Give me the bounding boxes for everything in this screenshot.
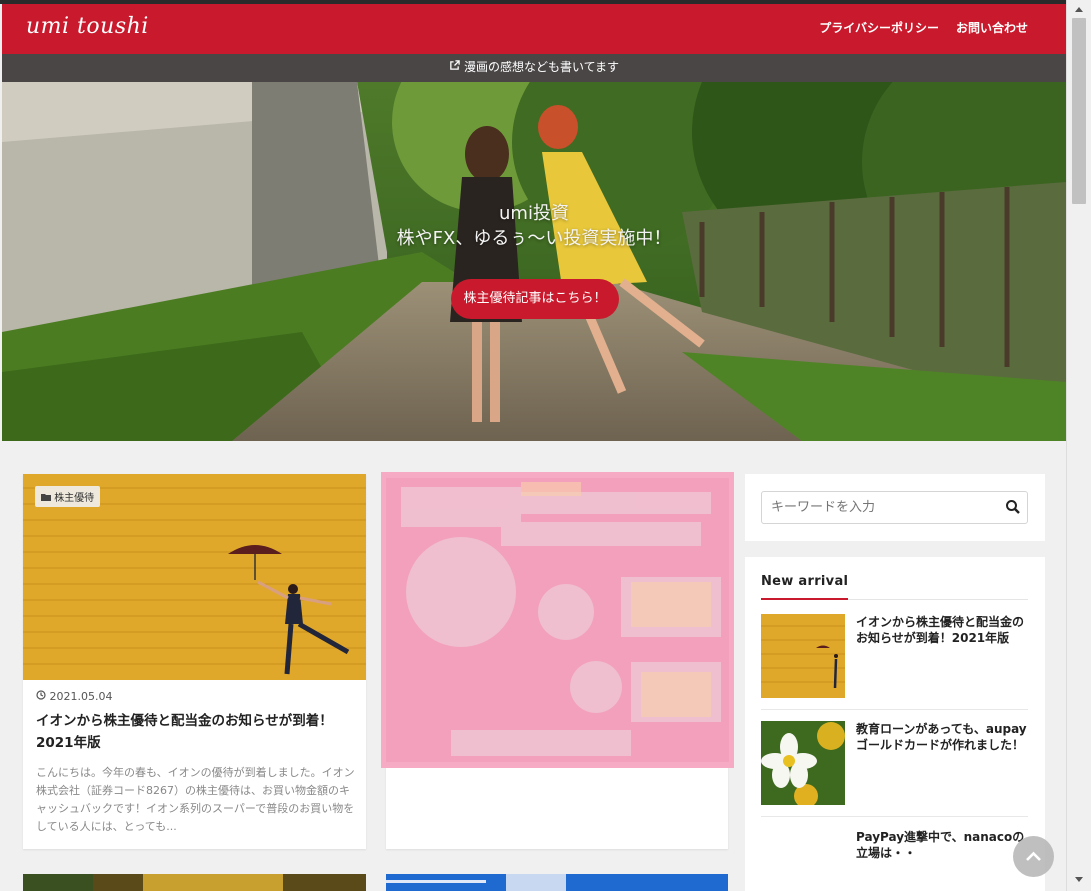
info-bar[interactable]: 漫画の感想なども書いてます <box>2 54 1066 82</box>
external-link-icon <box>449 54 460 81</box>
hero-cta-button[interactable]: 株主優待記事はこちら！ <box>451 279 619 319</box>
hero-image <box>2 82 1066 441</box>
search-box[interactable] <box>761 491 1028 524</box>
header-nav: プライバシーポリシー お問い合わせ <box>819 19 1028 36</box>
info-bar-text: 漫画の感想なども書いてます <box>463 60 620 74</box>
post-card-next[interactable] <box>23 874 366 891</box>
clock-icon <box>36 690 50 703</box>
search-icon[interactable] <box>1005 499 1021 515</box>
nav-contact[interactable]: お問い合わせ <box>956 19 1028 36</box>
hero-text: umi投資 株やFX、ゆるぅ〜い投資実施中！ <box>2 202 1066 252</box>
scroll-up-arrow-icon[interactable] <box>1075 7 1083 12</box>
post-date: 2021.05.04 <box>36 690 112 703</box>
post-thumbnail-blurred[interactable] <box>381 472 734 768</box>
category-label: 株主優待 <box>54 493 95 504</box>
new-arrival-widget: New arrival イオンから株主優待と配当金のお知らせが到着！2021年版 <box>745 557 1045 891</box>
chevron-up-icon <box>1026 851 1041 861</box>
list-item-title[interactable]: PayPay進撃中で、nanacoの立場は・・ <box>856 829 1028 861</box>
list-divider <box>761 709 1028 710</box>
folder-icon <box>41 493 54 504</box>
list-item-thumbnail[interactable] <box>761 829 845 891</box>
list-item-title[interactable]: イオンから株主優待と配当金のお知らせが到着！2021年版 <box>856 614 1028 646</box>
post-date-text: 2021.05.04 <box>49 690 113 703</box>
scrollbar[interactable] <box>1066 0 1091 891</box>
site-header: umi toushi プライバシーポリシー お問い合わせ <box>2 4 1066 54</box>
list-item-thumbnail[interactable] <box>761 721 845 805</box>
list-item-title[interactable]: 教育ローンがあっても、aupayゴールドカードが作れました！ <box>856 721 1028 753</box>
search-widget <box>745 474 1045 541</box>
list-item-thumbnail[interactable] <box>761 614 845 698</box>
hero-banner: umi投資 株やFX、ゆるぅ〜い投資実施中！ 株主優待記事はこちら！ <box>2 82 1066 441</box>
hero-title: umi投資 <box>499 203 569 224</box>
post-excerpt: こんにちは。今年の春も、イオンの優待が到着しました。イオン株式会社（証券コード8… <box>36 766 355 833</box>
list-divider <box>761 816 1028 817</box>
site-logo[interactable]: umi toushi <box>26 14 149 39</box>
widget-divider-accent <box>761 598 848 600</box>
search-input[interactable] <box>762 492 997 523</box>
post-card[interactable]: 株主優待 2021.05.04 イオンから株主優待と配当金のお知らせが到着！20… <box>23 474 366 849</box>
scrollbar-thumb[interactable] <box>1072 18 1086 204</box>
post-title[interactable]: イオンから株主優待と配当金のお知らせが到着！2021年版 <box>36 710 356 754</box>
category-badge[interactable]: 株主優待 <box>35 486 101 507</box>
scroll-to-top-button[interactable] <box>1013 836 1054 877</box>
nav-privacy-policy[interactable]: プライバシーポリシー <box>819 19 939 36</box>
hero-subtitle: 株やFX、ゆるぅ〜い投資実施中！ <box>396 228 672 249</box>
scroll-down-arrow-icon[interactable] <box>1075 877 1083 882</box>
post-card-next[interactable] <box>386 874 728 891</box>
post-thumbnail[interactable]: 株主優待 <box>23 474 366 680</box>
widget-title: New arrival <box>761 574 849 589</box>
